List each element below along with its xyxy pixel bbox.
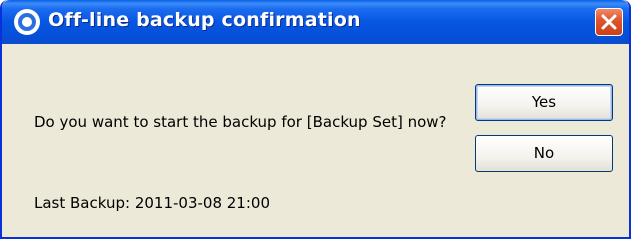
circle-target-icon (14, 9, 40, 35)
dialog-window: Off-line backup confirmation Do you want… (0, 0, 631, 239)
yes-button[interactable]: Yes (475, 84, 613, 121)
no-button[interactable]: No (475, 135, 613, 172)
confirmation-message: Do you want to start the backup for [Bac… (34, 113, 447, 131)
title-bar[interactable]: Off-line backup confirmation (2, 0, 629, 44)
close-icon (601, 14, 617, 30)
icon-dot (22, 17, 32, 27)
close-button[interactable] (595, 8, 623, 36)
window-title: Off-line backup confirmation (48, 9, 361, 31)
last-backup-text: Last Backup: 2011-03-08 21:00 (34, 194, 270, 212)
